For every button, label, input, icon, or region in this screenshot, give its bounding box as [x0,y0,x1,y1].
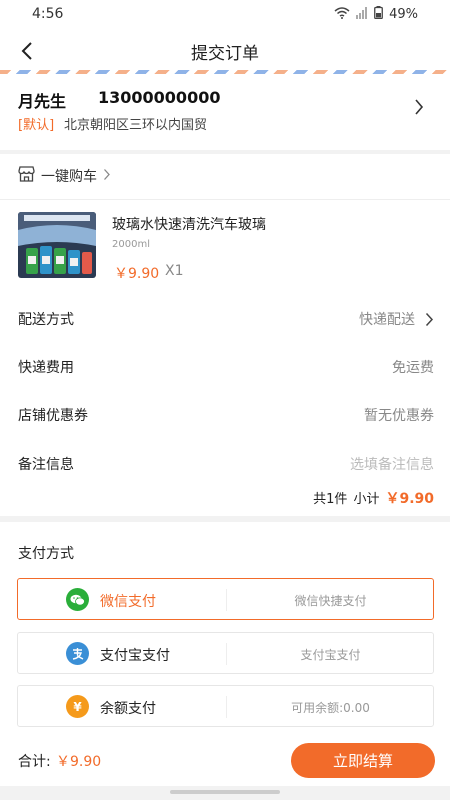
subtotal-label: 小计 [353,492,380,507]
back-button[interactable] [14,38,40,64]
store-coupon-value[interactable]: 暂无优惠券 [364,405,434,425]
delivery-method-selector[interactable]: 快递配送 [359,309,434,329]
default-address-tag: [默认] [18,118,55,133]
chevron-left-icon [21,42,32,60]
shipping-fee-value: 免运费 [392,360,434,376]
payment-option-label: 微信支付 [100,594,156,610]
address-detail: 北京朝阳区三环以内国贸 [64,118,208,133]
delivery-method-value: 快递配送 [359,312,415,328]
payment-option-wechat[interactable]: 微信支付 微信快捷支付 [17,578,434,620]
wechat-icon [66,588,89,611]
store-icon [18,166,35,186]
recipient-phone: 13000000000 [98,88,221,107]
chevron-right-icon [425,312,434,326]
payment-option-desc: 微信快捷支付 [294,594,367,608]
product-price: ￥9.90 [114,266,160,282]
product-name[interactable]: 玻璃水快速清洗汽车玻璃 [112,214,266,234]
shop-header[interactable]: 一键购车 [18,166,111,186]
total-label: 合计: [18,754,51,770]
shipping-fee-label: 快递费用 [18,360,74,376]
shop-label: 一键购车 [41,169,97,185]
alipay-icon [66,642,89,665]
battery-icon [374,6,383,23]
payment-option-desc: 支付宝支付 [300,648,361,662]
store-coupon-label: 店铺优惠券 [18,408,88,424]
payment-option-label: 支付宝支付 [100,648,170,664]
total-price: ￥9.90 [56,754,102,770]
subtotal-row: 共1件 小计 ￥9.90 [313,488,434,508]
signal-icon [356,6,368,23]
product-quantity: X1 [165,263,184,279]
payment-title: 支付方式 [18,546,74,562]
product-spec: 2000ml [112,239,150,250]
payment-option-alipay[interactable]: 支付宝支付 支付宝支付 [17,632,434,674]
recipient-name: 月先生 [18,92,67,111]
address-chevron-right-icon[interactable] [414,98,424,120]
item-count: 共1件 [313,492,348,507]
battery-level: 49% [389,7,418,22]
home-indicator[interactable] [170,790,280,794]
product-image[interactable] [18,212,96,278]
page-title: 提交订单 [191,44,259,64]
wifi-icon [334,6,350,23]
chevron-right-icon [103,168,111,185]
status-time: 4:56 [32,6,64,22]
status-icons: 49% [334,6,418,23]
payment-option-balance[interactable]: ¥ 余额支付 可用余额:0.00 [17,685,434,727]
delivery-method-label: 配送方式 [18,312,74,328]
checkout-button[interactable]: 立即结算 [291,743,435,778]
payment-option-label: 余额支付 [100,701,156,717]
address-card[interactable] [0,74,450,150]
divider [0,199,450,200]
payment-option-desc: 可用余额:0.00 [291,701,370,715]
yen-icon: ¥ [66,695,89,718]
subtotal-price: ￥9.90 [385,491,434,507]
remark-label: 备注信息 [18,457,74,473]
remark-input[interactable]: 选填备注信息 [350,454,434,474]
